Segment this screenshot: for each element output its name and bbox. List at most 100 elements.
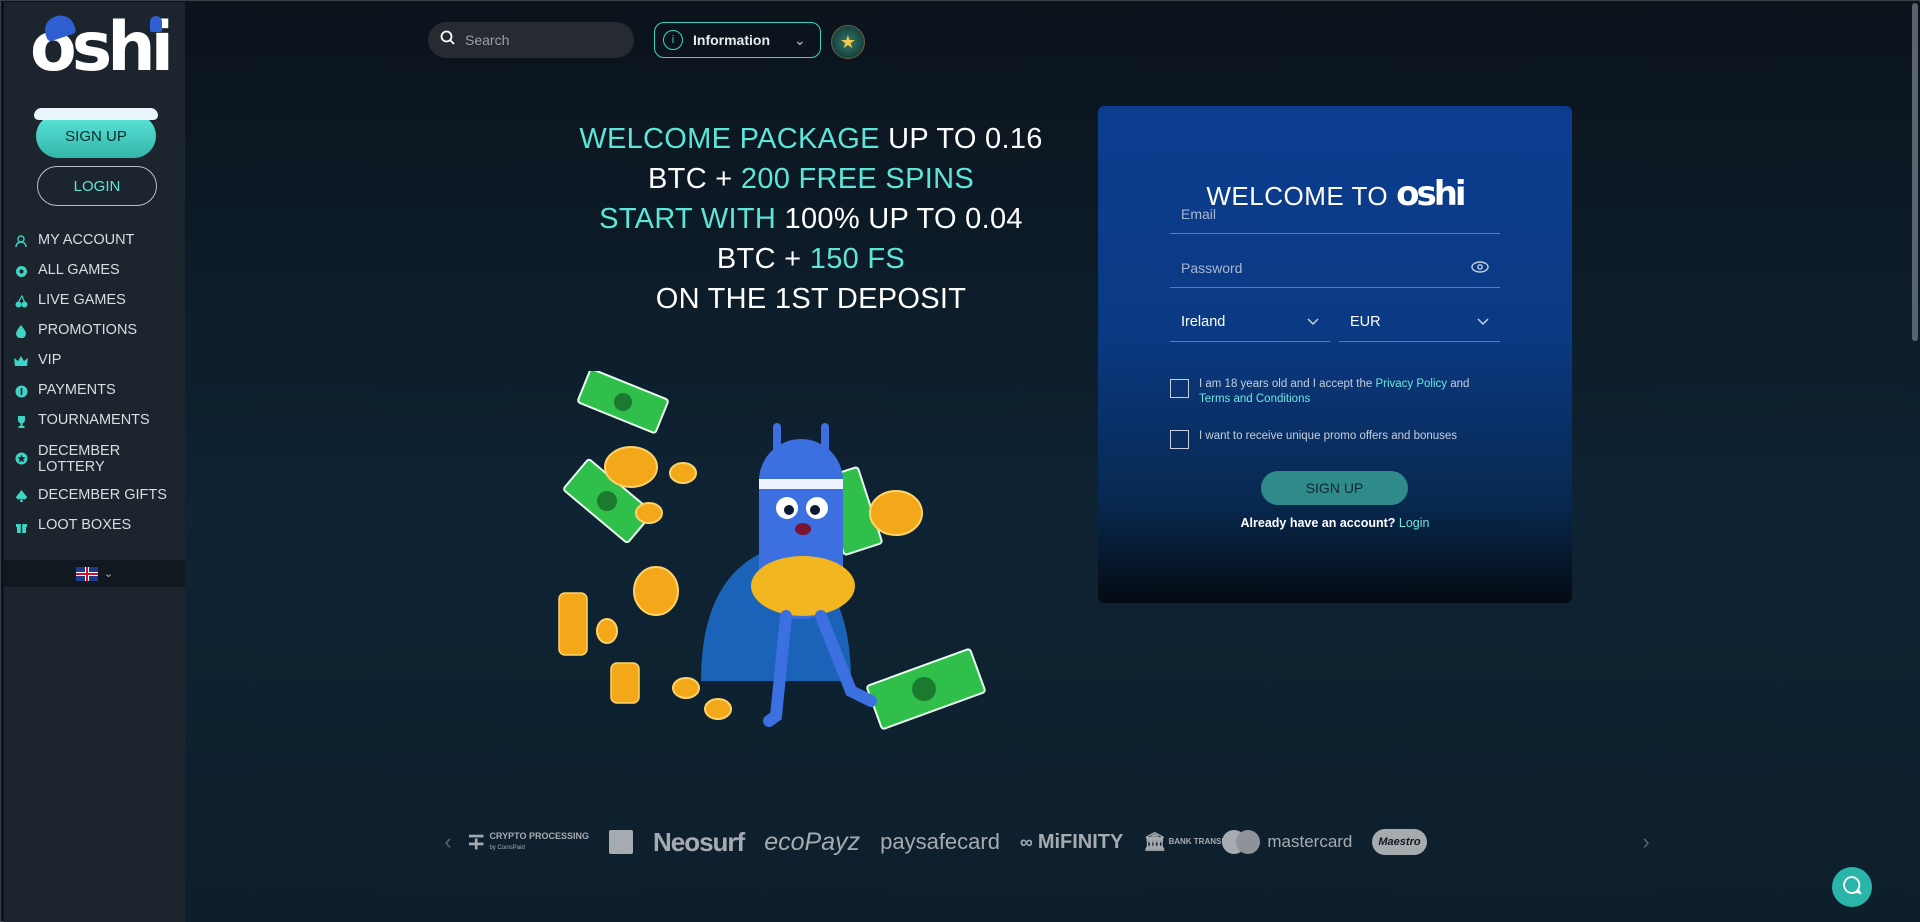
jackpot-button[interactable]: ★ (831, 25, 865, 59)
mastercard-circles-icon (1222, 830, 1261, 854)
language-selector[interactable]: ⌄ (4, 560, 185, 587)
sidebar-item-december-lottery[interactable]: DECEMBER LOTTERY (4, 442, 185, 487)
terms-pre: I am 18 years old and I accept the (1199, 378, 1376, 390)
sidebar-item-label: DECEMBER GIFTS (38, 487, 167, 503)
eye-icon[interactable] (1471, 260, 1489, 276)
welcome-promo-text: WELCOME PACKAGE UP TO 0.16 BTC + 200 FRE… (561, 119, 1061, 319)
chevron-down-icon: ⌄ (794, 31, 806, 48)
currency-value: EUR (1350, 313, 1381, 330)
paysafecard-logo: paysafecard (880, 829, 1000, 854)
information-label: Information (693, 32, 770, 48)
coin-icon (14, 384, 28, 398)
search-box[interactable] (428, 22, 634, 58)
email-input[interactable] (1181, 205, 1441, 222)
signup-card: WELCOME TOoshi Ireland EUR I am 18 years… (1098, 106, 1572, 603)
promo-consent: I want to receive unique promo offers an… (1170, 428, 1510, 449)
bank-transfer-logo: 🏛 BANK TRANSFER (1143, 831, 1238, 852)
signup-button-label: SIGN UP (1305, 480, 1364, 496)
promo-text: BTC + (648, 163, 741, 195)
oshi-logo[interactable]: oshi (30, 10, 174, 86)
cherries-icon (14, 294, 28, 308)
sidebar-item-label: MY ACCOUNT (38, 232, 135, 248)
country-select[interactable]: Ireland (1170, 302, 1330, 342)
sidebar: oshi SIGN UP LOGIN MY ACCOUNT ALL GAMES … (4, 2, 185, 922)
payment-logos: ∓ CRYPTO PROCESSING by CoinsPaid Neosurf e… (459, 827, 1635, 858)
ecopayz-logo: ecoPayz (764, 827, 861, 856)
mastercard-logo: mastercard (1221, 829, 1352, 855)
sidebar-item-label: DECEMBER LOTTERY (38, 443, 121, 475)
terms-and: and (1447, 378, 1470, 390)
trophy-icon (14, 414, 28, 428)
already-account: Already have an account? Login (1098, 516, 1572, 530)
sidebar-item-my-account[interactable]: MY ACCOUNT (4, 232, 185, 262)
jackpot-star-icon: ★ (839, 31, 857, 52)
crypto-processing-logo: ∓ CRYPTO PROCESSING by CoinsPaid (467, 829, 589, 854)
promo-highlight: WELCOME PACKAGE (579, 123, 880, 155)
snow-decoration (34, 108, 158, 120)
mifinity-logo: ∞ MiFINITY (1019, 830, 1124, 853)
password-input[interactable] (1181, 259, 1441, 276)
promo-text: UP TO 0.16 (879, 123, 1043, 155)
search-icon (440, 30, 455, 50)
page-scrollbar[interactable] (1912, 3, 1918, 341)
sidebar-item-loot-boxes[interactable]: LOOT BOXES (4, 517, 185, 547)
sidebar-item-tournaments[interactable]: TOURNAMENTS (4, 412, 185, 442)
promo-highlight: 150 FS (809, 243, 906, 275)
sidebar-item-all-games[interactable]: ALL GAMES (4, 262, 185, 292)
sidebar-nav: MY ACCOUNT ALL GAMES LIVE GAMES PROMOTIO… (4, 232, 185, 547)
coin-stack (558, 592, 640, 704)
spade-icon (14, 489, 28, 503)
user-icon (14, 234, 28, 248)
card-payment-icon (608, 830, 633, 854)
payment-sub: by CoinsPaid (489, 845, 525, 851)
login-label: LOGIN (73, 177, 121, 195)
info-icon: i (663, 30, 683, 50)
drop-icon (14, 324, 28, 338)
information-dropdown[interactable]: i Information ⌄ (654, 22, 821, 58)
chevron-down-icon (1307, 314, 1319, 330)
carousel-prev-arrow[interactable]: ‹ (437, 829, 459, 855)
games-icon (14, 264, 28, 278)
payment-methods-carousel: ‹ ∓ CRYPTO PROCESSING by CoinsPaid Neosurf… (437, 819, 1657, 865)
sidebar-item-live-games[interactable]: LIVE GAMES (4, 292, 185, 322)
already-text: Already have an account? (1240, 516, 1396, 530)
promo-highlight: 200 FREE SPINS (740, 163, 974, 195)
signup-label: SIGN UP (65, 127, 127, 145)
email-field[interactable] (1170, 194, 1500, 234)
sidebar-login-button[interactable]: LOGIN (37, 166, 157, 206)
chat-bubble-icon (1842, 875, 1862, 900)
promo-highlight: START WITH (599, 203, 777, 235)
terms-consent: I am 18 years old and I accept the Priva… (1170, 377, 1510, 407)
blue-mascot (701, 423, 877, 727)
sidebar-item-promotions[interactable]: PROMOTIONS (4, 322, 185, 352)
sidebar-item-label: ALL GAMES (38, 262, 120, 278)
sidebar-item-label: LOOT BOXES (38, 517, 132, 533)
sidebar-signup-button[interactable]: SIGN UP (36, 114, 156, 158)
payment-name: CRYPTO PROCESSING (489, 831, 589, 841)
sidebar-item-december-gifts[interactable]: DECEMBER GIFTS (4, 487, 185, 517)
form-login-link[interactable]: Login (1399, 516, 1430, 530)
sidebar-item-payments[interactable]: PAYMENTS (4, 382, 185, 412)
sidebar-item-vip[interactable]: VIP (4, 352, 185, 382)
privacy-policy-link[interactable]: Privacy Policy (1375, 378, 1447, 390)
form-signup-button[interactable]: SIGN UP (1261, 471, 1408, 505)
password-field[interactable] (1170, 248, 1500, 288)
star-badge-icon (14, 451, 28, 465)
terms-checkbox[interactable] (1170, 379, 1189, 398)
country-value: Ireland (1181, 313, 1226, 330)
carousel-next-arrow[interactable]: › (1635, 829, 1657, 855)
uk-flag-icon (75, 566, 98, 581)
promo-checkbox[interactable] (1170, 430, 1189, 449)
ornament-icon (150, 16, 162, 32)
app-root: oshi SIGN UP LOGIN MY ACCOUNT ALL GAMES … (0, 0, 1920, 922)
promo-text: ON THE 1ST DEPOSIT (655, 283, 967, 315)
chat-support-button[interactable] (1832, 867, 1872, 907)
chevron-down-icon (1477, 314, 1489, 330)
search-input[interactable] (465, 32, 615, 48)
payment-name: MiFINITY (1037, 830, 1124, 853)
crown-icon (14, 354, 28, 368)
terms-conditions-link[interactable]: Terms and Conditions (1199, 393, 1310, 405)
sidebar-item-label: PAYMENTS (38, 382, 116, 398)
currency-select[interactable]: EUR (1339, 302, 1500, 342)
sidebar-item-label: PROMOTIONS (38, 322, 138, 338)
